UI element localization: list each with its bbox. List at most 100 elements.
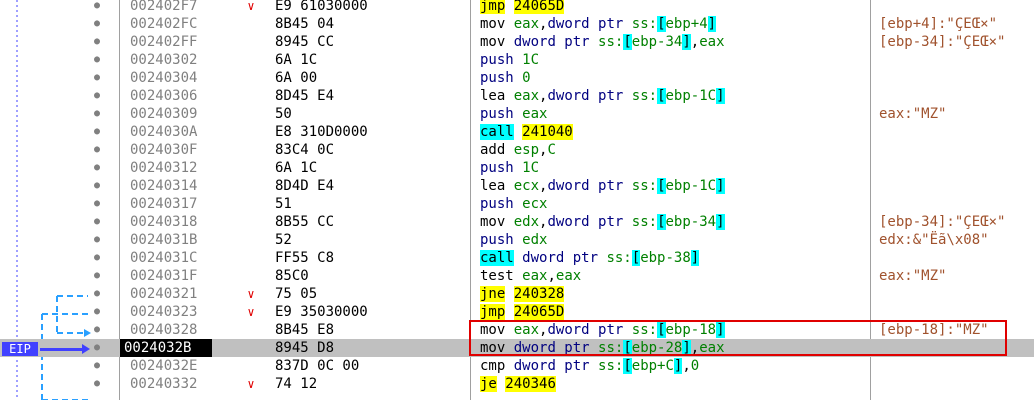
operand: , (690, 34, 700, 50)
branch-chevron-icon (244, 177, 258, 195)
instruction-row[interactable]: ● 00240328 8B45 E8 mov eax,dword ptr ss:[eb… (0, 321, 1034, 339)
breakpoint-dot-icon[interactable]: ● (93, 213, 101, 231)
operand: ] (716, 178, 725, 194)
breakpoint-dot-icon[interactable]: ● (93, 303, 101, 321)
breakpoint-dot-icon[interactable]: ● (93, 267, 101, 285)
instruction-bytes: 837D 0C 00 (275, 358, 360, 374)
breakpoint-dot-icon[interactable]: ● (93, 159, 101, 177)
breakpoint-dot-icon[interactable]: ● (93, 51, 101, 69)
operand: dword ptr (547, 178, 632, 194)
breakpoint-dot-icon[interactable]: ● (93, 0, 101, 15)
breakpoint-dot-icon[interactable]: ● (93, 33, 101, 51)
instruction-row[interactable]: ● 00240304 6A 00 push 0 (0, 69, 1034, 87)
instruction-comment (879, 357, 1029, 375)
branch-chevron-icon (244, 123, 258, 141)
operand: 0 (522, 70, 531, 86)
breakpoint-dot-icon[interactable]: ● (93, 231, 101, 249)
breakpoint-dot-icon[interactable]: ● (93, 105, 101, 123)
instruction-address: 00240332 (130, 376, 198, 392)
instruction-disasm: mov eax,dword ptr ss:[ebp+4] (480, 15, 868, 33)
instruction-row[interactable]: ● 00240306 8D45 E4 lea eax,dword ptr ss:[eb… (0, 87, 1034, 105)
operand: ecx (522, 196, 548, 212)
instruction-bytes: 8B45 04 (275, 16, 335, 32)
operand: 0 (690, 358, 700, 374)
operand: ss: (631, 214, 658, 230)
mnemonic: mov (480, 322, 506, 338)
mnemonic: push (480, 160, 514, 176)
disassembly-view[interactable]: ● 002402F7 ∨ E9 61030000 jmp 24065D ● 002402FC… (0, 0, 1034, 400)
instruction-comment (879, 177, 1029, 195)
operand: ss: (631, 178, 658, 194)
mnemonic: mov (480, 214, 506, 230)
operand: , (690, 340, 700, 356)
breakpoint-dot-icon[interactable]: ● (93, 141, 101, 159)
instruction-address: 002402F7 (130, 0, 198, 14)
operand: [ (657, 214, 666, 230)
instruction-address: 0024032B (120, 339, 212, 357)
branch-chevron-icon (244, 231, 258, 249)
instruction-row[interactable]: ● 00240312 6A 1C push 1C (0, 159, 1034, 177)
instruction-disasm: add esp,C (480, 141, 868, 159)
instruction-row[interactable]: ● 0024031B 52 push edx edx:&"Ëã\x08" (0, 231, 1034, 249)
instruction-row[interactable]: ● 002402F7 ∨ E9 61030000 jmp 24065D (0, 0, 1034, 15)
instruction-address: 00240318 (130, 214, 198, 230)
breakpoint-dot-icon[interactable]: ● (93, 15, 101, 33)
operand: ] (716, 322, 725, 338)
instruction-row[interactable]: ● 0024030A E8 310D0000 call 241040 (0, 123, 1034, 141)
instruction-row[interactable]: ● 0024032B 8945 D8 mov dword ptr ss:[ebp-28… (0, 339, 1034, 357)
operand: dword ptr (547, 322, 632, 338)
operand: dword ptr (547, 16, 632, 32)
breakpoint-dot-icon[interactable]: ● (93, 177, 101, 195)
instruction-row[interactable]: ● 00240323 ∨ E9 35030000 jmp 24065D (0, 303, 1034, 321)
instruction-row[interactable]: ● 00240321 ∨ 75 05 jne 240328 (0, 285, 1034, 303)
breakpoint-dot-icon[interactable]: ● (93, 69, 101, 87)
instruction-row[interactable]: ● 00240317 51 push ecx (0, 195, 1034, 213)
instruction-bytes: E9 35030000 (275, 304, 368, 320)
branch-chevron-icon (244, 105, 258, 123)
breakpoint-dot-icon[interactable]: ● (93, 87, 101, 105)
instruction-bytes: 50 (275, 106, 292, 122)
instruction-bytes: 6A 1C (275, 52, 318, 68)
operand: ebp+C (631, 358, 674, 374)
breakpoint-dot-icon[interactable]: ● (93, 285, 101, 303)
instruction-row[interactable]: ● 002402FF 8945 CC mov dword ptr ss:[ebp-34… (0, 33, 1034, 51)
instruction-disasm: call 241040 (480, 123, 868, 141)
mnemonic: call (480, 250, 514, 266)
operand: ebp-38 (640, 250, 691, 266)
instruction-address: 002402FC (130, 16, 198, 32)
breakpoint-dot-icon[interactable]: ● (93, 249, 101, 267)
breakpoint-dot-icon[interactable]: ● (93, 339, 101, 357)
instruction-disasm: push 0 (480, 69, 868, 87)
mnemonic: call (480, 124, 514, 140)
operand: ebp-1C (665, 178, 717, 194)
instruction-comment: edx:&"Ëã\x08" (879, 232, 989, 248)
instruction-row[interactable]: ● 00240302 6A 1C push 1C (0, 51, 1034, 69)
breakpoint-dot-icon[interactable]: ● (93, 357, 101, 375)
instruction-row[interactable]: ● 0024030F 83C4 0C add esp,C (0, 141, 1034, 159)
breakpoint-dot-icon[interactable]: ● (93, 195, 101, 213)
instruction-row[interactable]: ● 00240332 ∨ 74 12 je 240346 (0, 375, 1034, 393)
instruction-row[interactable]: ● 00240318 8B55 CC mov edx,dword ptr ss:[eb… (0, 213, 1034, 231)
instruction-row[interactable]: ● 00240309 50 push eax eax:"MZ" (0, 105, 1034, 123)
instruction-comment (879, 285, 1029, 303)
instruction-comment (879, 123, 1029, 141)
instruction-bytes: 8945 CC (275, 34, 335, 50)
instruction-row[interactable]: ● 002402FC 8B45 04 mov eax,dword ptr ss:[eb… (0, 15, 1034, 33)
operand: ] (707, 16, 717, 32)
operand: [ (623, 358, 632, 374)
eip-arrow (40, 348, 84, 351)
instruction-row[interactable]: ● 0024031C FF55 C8 call dword ptr ss:[ebp-3… (0, 249, 1034, 267)
mnemonic: push (480, 232, 514, 248)
instruction-comment (879, 87, 1029, 105)
operand: 24065D (513, 0, 565, 14)
instruction-row[interactable]: ● 0024031F 85C0 test eax,eax eax:"MZ" (0, 267, 1034, 285)
operand: ] (682, 34, 691, 50)
breakpoint-dot-icon[interactable]: ● (93, 375, 101, 393)
instruction-disasm: mov eax,dword ptr ss:[ebp-18] (480, 321, 868, 339)
breakpoint-dot-icon[interactable]: ● (93, 321, 101, 339)
breakpoint-dot-icon[interactable]: ● (93, 123, 101, 141)
instruction-row[interactable]: ● 0024032E 837D 0C 00 cmp dword ptr ss:[ebp… (0, 357, 1034, 375)
operand: ss: (631, 322, 658, 338)
instruction-row[interactable]: ● 00240314 8D4D E4 lea ecx,dword ptr ss:[eb… (0, 177, 1034, 195)
operand: [ (623, 340, 632, 356)
